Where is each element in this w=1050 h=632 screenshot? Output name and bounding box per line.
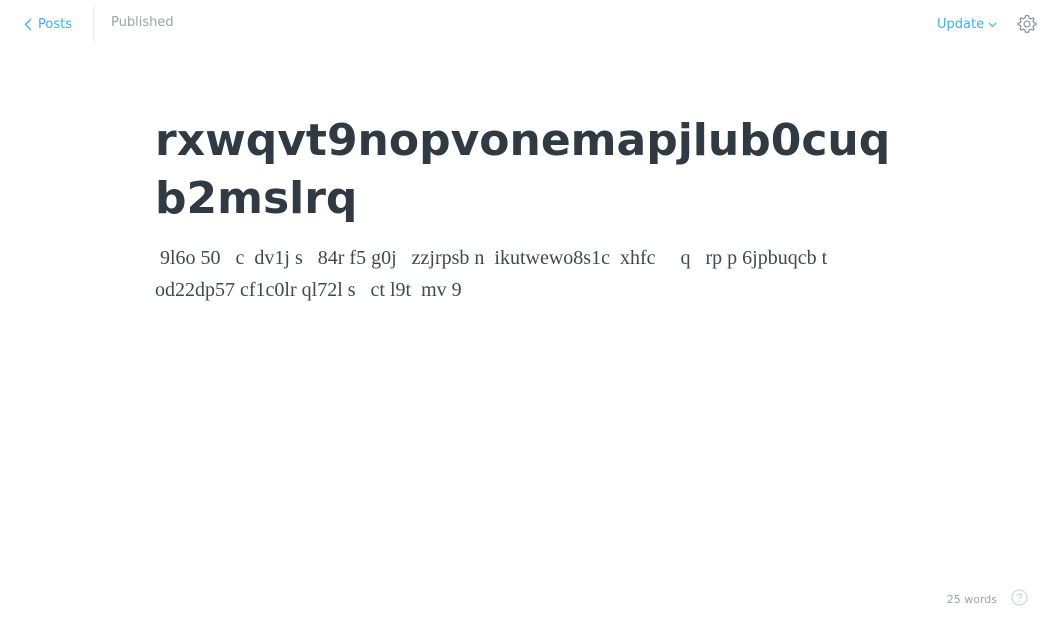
post-status: Published [111, 15, 174, 30]
post-editor: rxwqvt9nopvonemapjlub0cuqb2mslrq 9l6o 50… [155, 112, 895, 306]
question-circle-icon [1011, 589, 1028, 610]
gear-icon [1017, 14, 1037, 38]
header-divider [93, 6, 94, 42]
editor-footer: 25 words [947, 589, 1028, 610]
help-button[interactable] [1011, 589, 1028, 610]
word-count: 25 words [946, 593, 997, 606]
back-label: Posts [38, 16, 72, 32]
back-to-posts-link[interactable]: Posts [24, 14, 72, 34]
editor-page: Posts Published Update rxwqvt9nopvonemap… [0, 0, 1050, 632]
update-label: Update [937, 16, 985, 32]
chevron-down-icon [988, 17, 997, 32]
chevron-left-icon [24, 18, 32, 31]
editor-header: Posts Published Update [0, 0, 1050, 48]
post-title[interactable]: rxwqvt9nopvonemapjlub0cuqb2mslrq [155, 112, 895, 228]
settings-button[interactable] [1017, 14, 1037, 34]
update-button[interactable]: Update [937, 14, 997, 34]
post-body[interactable]: 9l6o 50 c dv1j s 84r f5 g0j zzjrpsb n ik… [155, 242, 895, 306]
